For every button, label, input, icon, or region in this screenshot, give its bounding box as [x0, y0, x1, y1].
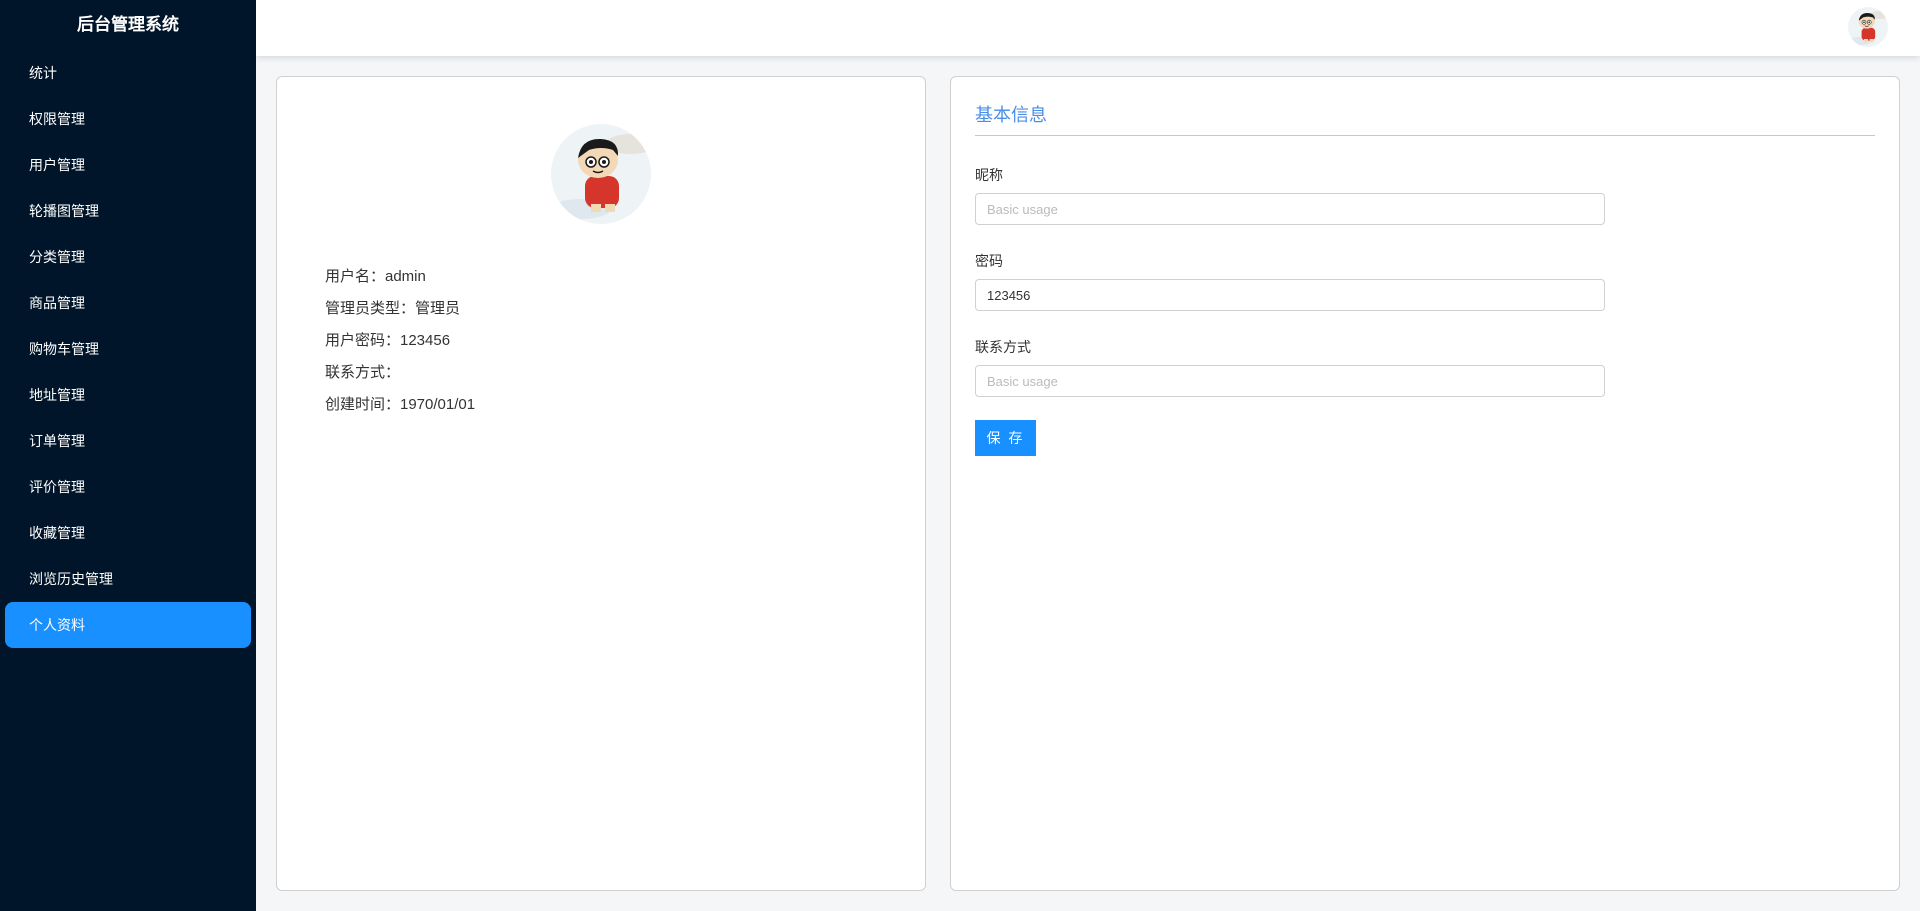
- sidebar-item-history[interactable]: 浏览历史管理: [5, 556, 251, 602]
- password-input[interactable]: [975, 279, 1605, 311]
- basic-info-card: 基本信息 昵称 密码 联系方式 保 存: [950, 76, 1900, 891]
- sidebar-item-orders[interactable]: 订单管理: [5, 418, 251, 464]
- nickname-input[interactable]: [975, 193, 1605, 225]
- sidebar-item-statistics[interactable]: 统计: [5, 50, 251, 96]
- sidebar-item-carousel[interactable]: 轮播图管理: [5, 188, 251, 234]
- sidebar-item-reviews[interactable]: 评价管理: [5, 464, 251, 510]
- password-label: 密码: [975, 253, 1003, 269]
- sidebar-menu: 统计 权限管理 用户管理 轮播图管理 分类管理 商品管理 购物车管理 地址管理 …: [0, 50, 256, 648]
- sidebar-item-favorites[interactable]: 收藏管理: [5, 510, 251, 556]
- contact-label: 联系方式: [975, 339, 1031, 355]
- sidebar-item-users[interactable]: 用户管理: [5, 142, 251, 188]
- profile-info: 用户名：admin 管理员类型：管理员 用户密码：123456 联系方式： 创建…: [325, 261, 475, 421]
- profile-admin-type: 管理员类型：管理员: [325, 300, 461, 317]
- profile-contact: 联系方式：: [325, 364, 401, 381]
- sidebar-item-cart[interactable]: 购物车管理: [5, 326, 251, 372]
- profile-username: 用户名：admin: [325, 268, 426, 285]
- user-avatar[interactable]: [1848, 7, 1888, 47]
- profile-password: 用户密码：123456: [325, 332, 451, 349]
- profile-avatar: [551, 124, 651, 224]
- sidebar-item-profile[interactable]: 个人资料: [5, 602, 251, 648]
- top-header: [256, 0, 1920, 56]
- contact-input[interactable]: [975, 365, 1605, 397]
- sidebar-item-products[interactable]: 商品管理: [5, 280, 251, 326]
- cartoon-avatar-icon: [1848, 7, 1888, 47]
- section-title: 基本信息: [975, 101, 1875, 136]
- cartoon-avatar-icon: [551, 124, 651, 224]
- sidebar-item-categories[interactable]: 分类管理: [5, 234, 251, 280]
- profile-created: 创建时间：1970/01/01: [325, 396, 476, 413]
- sidebar-item-permissions[interactable]: 权限管理: [5, 96, 251, 142]
- app-title: 后台管理系统: [77, 15, 179, 34]
- nickname-label: 昵称: [975, 167, 1003, 183]
- sidebar: 后台管理系统 统计 权限管理 用户管理 轮播图管理 分类管理 商品管理 购物车管…: [0, 0, 256, 911]
- profile-card: 用户名：admin 管理员类型：管理员 用户密码：123456 联系方式： 创建…: [276, 76, 926, 891]
- save-button[interactable]: 保 存: [975, 420, 1036, 456]
- sidebar-item-addresses[interactable]: 地址管理: [5, 372, 251, 418]
